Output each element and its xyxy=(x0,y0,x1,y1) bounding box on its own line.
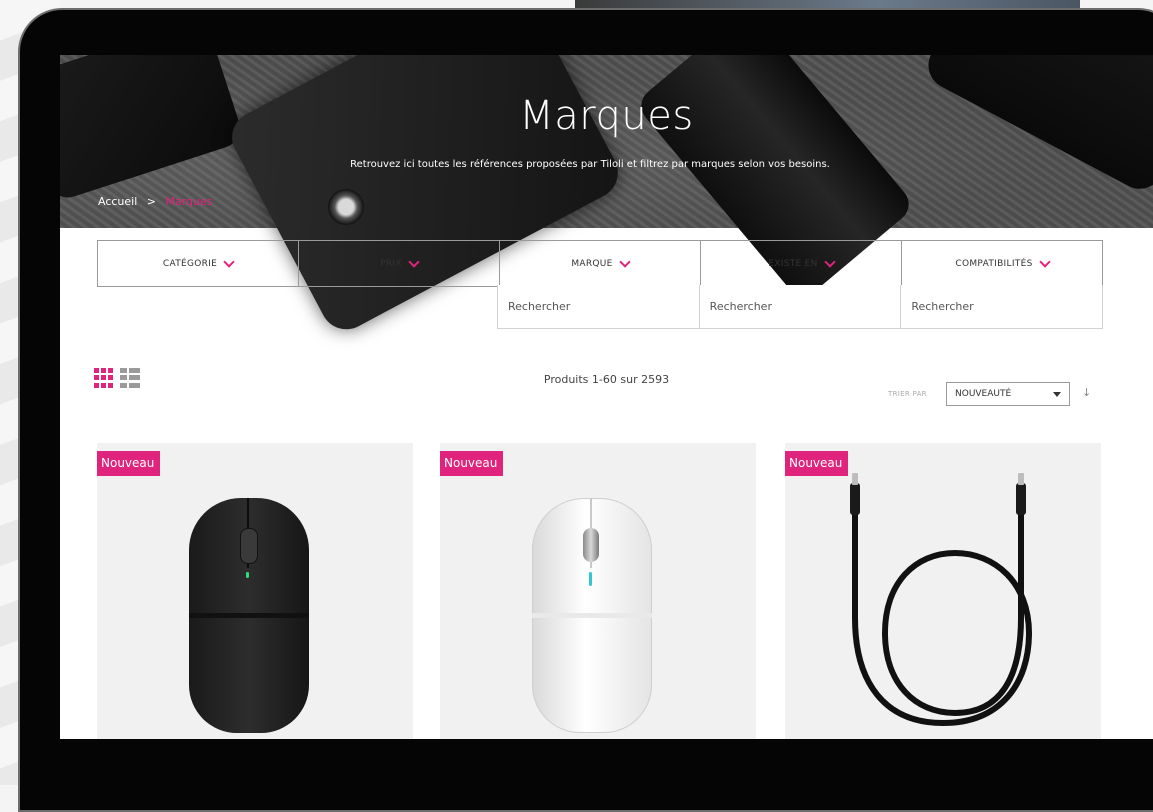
hero-decor xyxy=(328,189,364,225)
filter-brand[interactable]: MARQUE xyxy=(500,241,701,286)
laptop-screen: Marques Retrouvez ici toutes les référen… xyxy=(60,55,1153,739)
filter-category[interactable]: CATÉGORIE xyxy=(98,241,299,286)
chevron-down-icon xyxy=(223,255,235,268)
filter-label: COMPATIBILITÉS xyxy=(955,258,1033,269)
product-image-usb-c-cable[interactable] xyxy=(785,443,1101,739)
filter-bar: CATÉGORIE PRIX MARQUE EXISTE EN COMPATIB… xyxy=(97,240,1103,287)
filter-label: CATÉGORIE xyxy=(162,258,218,269)
laptop-bottom-bezel xyxy=(60,739,1153,785)
chevron-down-icon xyxy=(1038,255,1051,268)
hero-banner: Marques Retrouvez ici toutes les référen… xyxy=(60,55,1153,339)
sort-select[interactable]: NOUVEAUTÉ xyxy=(946,382,1070,406)
sort-selected-value: NOUVEAUTÉ xyxy=(955,389,1012,399)
breadcrumb-separator: > xyxy=(146,195,156,208)
product-image-black-mouse[interactable] xyxy=(189,498,309,733)
filter-available-in[interactable]: EXISTE EN xyxy=(701,241,902,286)
product-card[interactable]: Nouveau xyxy=(97,443,413,739)
breadcrumb: Accueil > Marques xyxy=(98,195,213,208)
chevron-down-icon xyxy=(824,255,836,268)
filter-label: MARQUE xyxy=(571,258,613,269)
filter-label: EXISTE EN xyxy=(768,258,818,269)
filter-compatibility[interactable]: COMPATIBILITÉS xyxy=(902,241,1102,286)
chevron-down-icon xyxy=(619,255,631,268)
product-card[interactable]: Nouveau xyxy=(785,443,1101,739)
chevron-down-icon xyxy=(408,255,420,268)
filter-label: PRIX xyxy=(380,258,402,269)
product-image-white-mouse[interactable] xyxy=(532,498,652,733)
page-subtitle: Retrouvez ici toutes les références prop… xyxy=(350,159,830,170)
product-card[interactable]: Nouveau xyxy=(440,443,756,739)
brand-search-input[interactable] xyxy=(498,285,700,328)
sort-direction-icon[interactable]: ↓ xyxy=(1082,386,1091,399)
sort-label: TRIER PAR xyxy=(888,390,927,398)
caret-down-icon xyxy=(1053,391,1061,397)
page-title: Marques xyxy=(519,93,694,139)
breadcrumb-home-link[interactable]: Accueil xyxy=(98,195,137,208)
compatibility-search-input[interactable] xyxy=(901,285,1103,328)
new-badge: Nouveau xyxy=(440,451,504,476)
filter-price[interactable]: PRIX xyxy=(299,241,500,286)
filter-search-row xyxy=(497,285,1103,329)
breadcrumb-current: Marques xyxy=(165,195,213,208)
new-badge: Nouveau xyxy=(97,451,161,476)
available-in-search-input[interactable] xyxy=(699,285,902,328)
